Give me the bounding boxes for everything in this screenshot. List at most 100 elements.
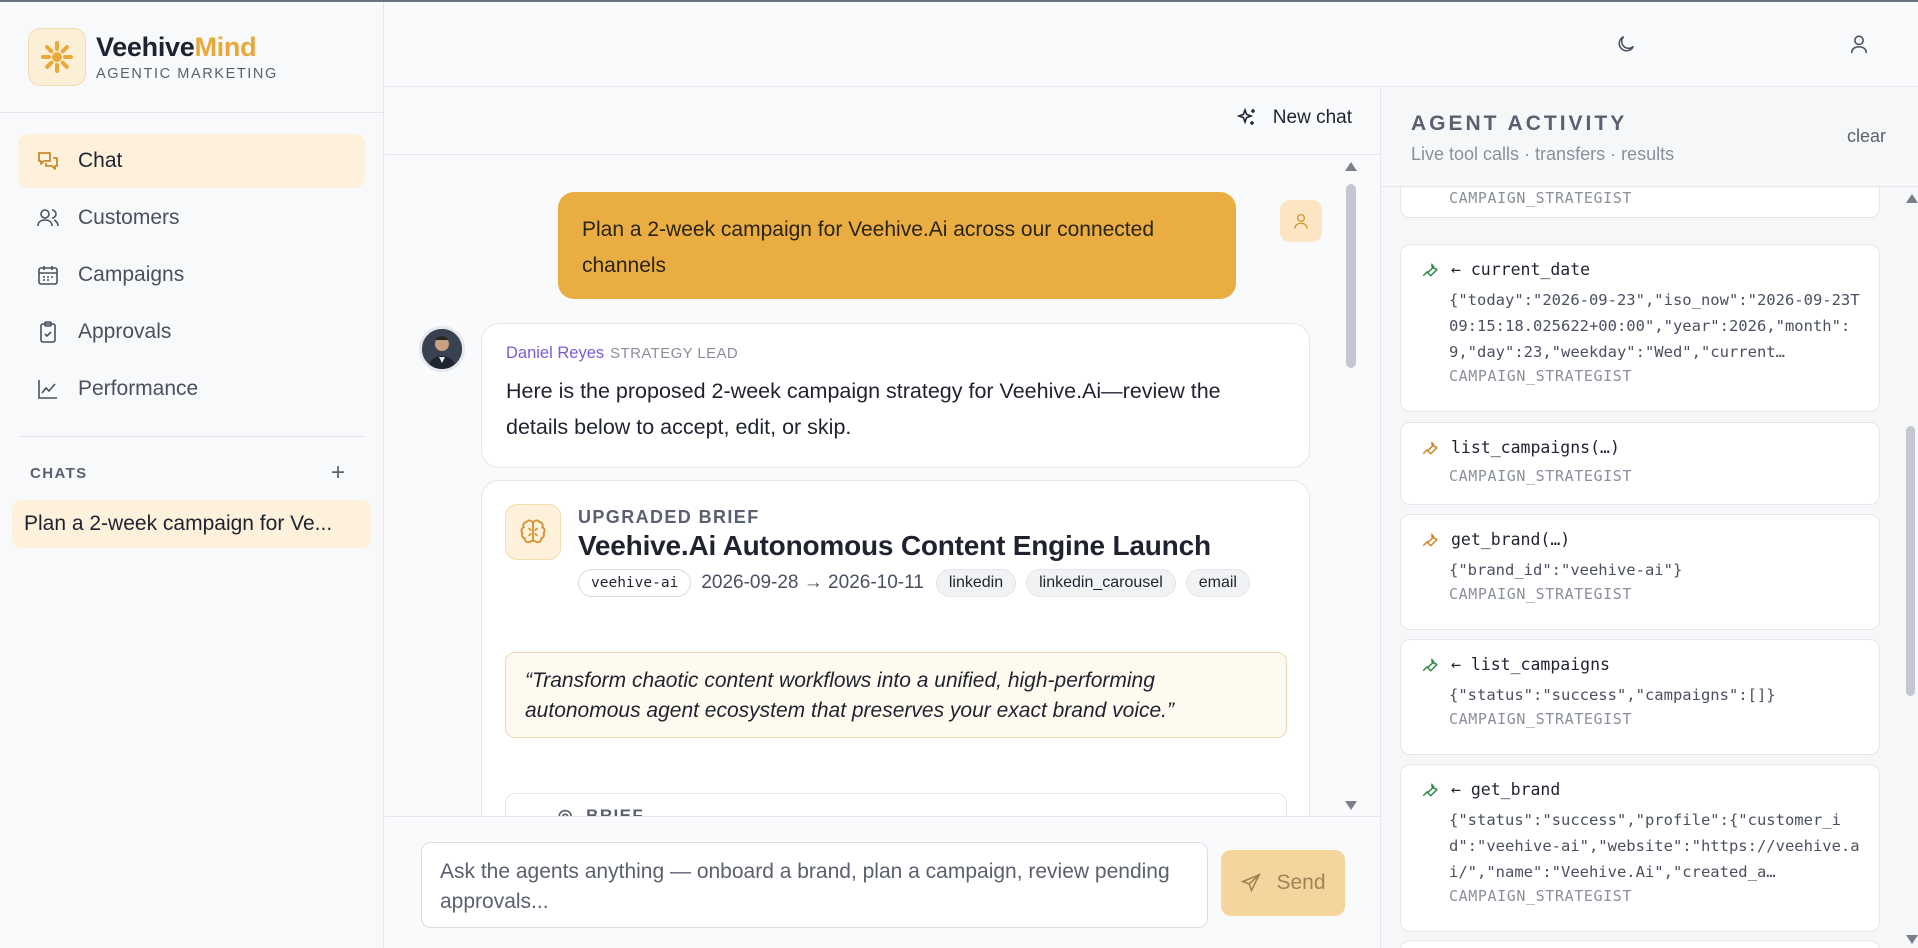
activity-list[interactable]: CAMPAIGN_STRATEGIST ← current_date {"tod… [1381,188,1918,948]
send-icon [1241,873,1262,893]
activity-scrollbar[interactable] [1901,188,1918,948]
activity-event[interactable]: CAMPAIGN_STRATEGIST [1400,188,1880,218]
brand-name-part1: Veehive [96,32,195,62]
agent-message: Daniel Reyes STRATEGY LEAD Here is the pr… [481,323,1310,468]
wrench-result-icon [1419,258,1441,280]
nav-item-chat[interactable]: Chat [18,134,365,188]
event-agent: CAMPAIGN_STRATEGIST [1449,467,1632,485]
agent-role: STRATEGY LEAD [610,345,739,362]
chats-heading: CHATS [30,464,88,482]
scroll-up-icon[interactable] [1345,162,1357,171]
calendar-icon [36,263,60,287]
send-label: Send [1276,871,1326,894]
agent-portrait-icon [422,329,462,369]
brief-kicker: UPGRADED BRIEF [578,507,760,527]
event-name: list_campaigns(…) [1451,437,1620,457]
activity-event[interactable]: ← current_date {"today":"2026-09-23","is… [1400,244,1880,412]
brief-section-label: BRIEF [586,806,645,816]
event-agent: CAMPAIGN_STRATEGIST [1449,367,1632,385]
activity-header: AGENT ACTIVITY Live tool calls · transfe… [1381,88,1918,187]
scroll-down-icon[interactable] [1345,801,1357,810]
add-chat-icon[interactable]: + [331,461,345,485]
activity-event[interactable]: ← list_campaigns {"status":"success","ca… [1400,639,1880,755]
brand-name: VeehiveMind [96,32,278,63]
chat-history-item[interactable]: Plan a 2-week campaign for Ve... [12,500,371,548]
send-button[interactable]: Send [1221,850,1345,916]
activity-title: AGENT ACTIVITY [1411,112,1628,135]
brief-meta: veehive-ai 2026-09-28 → 2026-10-11 linke… [578,569,1260,597]
brand-header: VeehiveMind AGENTIC MARKETING [0,2,383,113]
wrench-result-icon [1419,653,1441,675]
wrench-call-icon [1419,528,1441,550]
wrench-call-icon [1419,436,1441,458]
theme-toggle-moon-icon[interactable] [1612,30,1640,58]
event-agent: CAMPAIGN_STRATEGIST [1449,710,1632,728]
event-agent: CAMPAIGN_STRATEGIST [1449,887,1632,905]
campaign-dates: 2026-09-28 → 2026-10-11 [701,572,924,593]
chats-header: CHATS + [0,437,383,485]
users-icon [36,206,60,230]
sparkle-logo-icon [41,41,73,73]
brief-card: UPGRADED BRIEF Veehive.Ai Autonomous Con… [481,480,1310,816]
agent-avatar [419,326,465,372]
user-avatar [1280,200,1322,242]
message-list[interactable]: Plan a 2-week campaign for Veehive.Ai ac… [385,156,1360,816]
new-chat-label: New chat [1272,107,1352,128]
event-agent: CAMPAIGN_STRATEGIST [1449,585,1632,603]
event-body: {"today":"2026-09-23","iso_now":"2026-09… [1449,291,1860,361]
event-name: ← list_campaigns [1451,654,1610,674]
composer: Send [385,816,1380,948]
nav-label: Campaigns [78,263,185,286]
scroll-up-icon[interactable] [1906,194,1918,203]
nav-item-campaigns[interactable]: Campaigns [18,248,365,302]
clipboard-check-icon [36,320,60,344]
new-chat-button[interactable]: New chat [1235,106,1352,130]
top-bar [385,2,1918,87]
event-body: {"brand_id":"veehive-ai"} [1449,561,1683,579]
brief-quote: “Transform chaotic content workflows int… [505,652,1287,738]
user-message: Plan a 2-week campaign for Veehive.Ai ac… [558,192,1236,299]
wrench-result-icon [1419,778,1441,800]
user-icon [1294,213,1308,229]
agent-name[interactable]: Daniel Reyes [506,344,604,362]
chat-icon [36,149,60,173]
event-agent: CAMPAIGN_STRATEGIST [1449,189,1632,207]
brain-icon [505,504,561,560]
event-name: ← current_date [1451,259,1591,279]
main-nav: Chat Customers Campaigns Approvals Perfo… [0,113,383,416]
channel-chip: email [1185,569,1250,597]
nav-item-performance[interactable]: Performance [18,362,365,416]
brand-subtitle: AGENTIC MARKETING [96,66,278,82]
clear-button[interactable]: clear [1847,126,1886,147]
chat-panel: New chat Plan a 2-week campaign for Veeh… [385,88,1380,948]
activity-event[interactable]: list_campaigns(…) CAMPAIGN_STRATEGIST [1400,422,1880,505]
nav-label: Chat [78,149,123,172]
nav-label: Customers [78,206,180,229]
brand-name-part2: Mind [194,32,257,62]
activity-event[interactable]: get_brand(…) {"brand_id":"veehive-ai"} C… [1400,514,1880,630]
message-input[interactable] [421,842,1208,928]
scroll-thumb[interactable] [1906,426,1915,696]
scroll-thumb[interactable] [1346,184,1356,368]
logo[interactable] [28,28,86,86]
event-body: {"status":"success","profile":{"customer… [1449,811,1860,881]
activity-event[interactable] [1400,940,1880,948]
scroll-down-icon[interactable] [1906,935,1918,944]
brand-tag: veehive-ai [578,569,692,597]
channel-chip: linkedin_carousel [1026,569,1176,597]
sparkles-icon [1236,107,1255,125]
nav-label: Performance [78,377,199,400]
channel-chip: linkedin [935,569,1017,597]
event-name: get_brand(…) [1451,529,1571,549]
chat-scrollbar[interactable] [1340,156,1360,816]
target-icon: ◎ [557,806,575,816]
user-profile-icon[interactable] [1845,30,1873,58]
nav-label: Approvals [78,320,172,343]
brief-section-toggle[interactable]: ⌄ ◎ BRIEF [505,793,1287,816]
nav-item-customers[interactable]: Customers [18,191,365,245]
line-chart-icon [36,377,60,401]
nav-item-approvals[interactable]: Approvals [18,305,365,359]
chevron-down-icon: ⌄ [526,806,542,816]
event-body: {"status":"success","campaigns":[]} [1449,686,1776,704]
activity-event[interactable]: ← get_brand {"status":"success","profile… [1400,764,1880,932]
